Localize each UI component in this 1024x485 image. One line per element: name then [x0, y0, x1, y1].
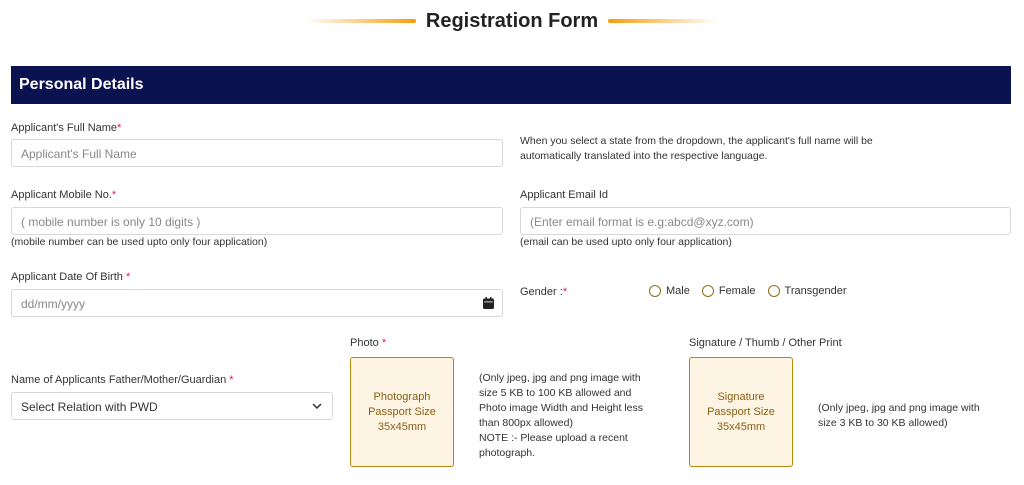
email-input[interactable]: (Enter email format is e.g:abcd@xyz.com) [520, 207, 1011, 235]
required-marker: * [111, 189, 117, 201]
dob-label-text: Applicant Date Of Birth [11, 271, 126, 283]
chevron-down-icon [312, 403, 322, 410]
full-name-input[interactable]: Applicant's Full Name [11, 139, 503, 167]
photo-box-text: 35x45mm [377, 420, 427, 433]
signature-box-text: Signature [717, 390, 765, 403]
required-marker: * [381, 337, 387, 349]
photo-note-line: than 800px allowed) [479, 417, 573, 429]
signature-note-line: size 3 KB to 30 KB allowed) [818, 417, 948, 429]
mobile-hint: (mobile number can be used upto only fou… [11, 236, 268, 248]
gender-option-label: Male [666, 285, 690, 297]
photo-note-line: (Only jpeg, jpg and png image with [479, 372, 641, 384]
radio-button[interactable] [701, 285, 714, 297]
gender-label-text: Gender : [520, 286, 563, 298]
required-marker: * [562, 286, 568, 298]
title-decoration-left [305, 19, 416, 23]
translate-note: When you select a state from the dropdow… [520, 134, 873, 164]
photo-note: (Only jpeg, jpg and png image with size … [479, 371, 643, 461]
email-label: Applicant Email Id [520, 189, 609, 201]
photo-box-text: Photograph [373, 390, 431, 403]
radio-button[interactable] [649, 285, 661, 297]
title-decoration-right [608, 19, 719, 23]
mobile-input[interactable]: ( mobile number is only 10 digits ) [11, 207, 503, 235]
gender-option-transgender[interactable]: Transgender [767, 285, 847, 297]
gender-label: Gender :* [520, 286, 567, 298]
form-title-area: Registration Form [0, 4, 1024, 38]
guardian-label: Name of Applicants Father/Mother/Guardia… [11, 374, 234, 386]
required-marker: * [125, 271, 131, 283]
dob-label: Applicant Date Of Birth * [11, 271, 130, 283]
photo-note-line: size 5 KB to 100 KB allowed and [479, 387, 632, 399]
signature-note: (Only jpeg, jpg and png image with size … [818, 401, 980, 431]
gender-option-male[interactable]: Male [649, 285, 690, 297]
translate-note-line: When you select a state from the dropdow… [520, 135, 873, 147]
signature-note-line: (Only jpeg, jpg and png image with [818, 402, 980, 414]
dob-placeholder: dd/mm/yyyy [21, 297, 86, 311]
photo-upload-box[interactable]: Photograph Passport Size 35x45mm [350, 357, 454, 467]
photo-label-text: Photo [350, 337, 382, 349]
gender-option-female[interactable]: Female [701, 285, 756, 297]
dob-input[interactable]: dd/mm/yyyy [11, 289, 503, 317]
photo-note-line: Photo image Width and Height less [479, 402, 644, 414]
full-name-placeholder: Applicant's Full Name [21, 147, 137, 161]
guardian-relation-select[interactable]: Select Relation with PWD [11, 392, 333, 420]
full-name-label: Applicant's Full Name* [11, 122, 121, 134]
required-marker: * [229, 374, 234, 386]
guardian-selected-value: Select Relation with PWD [21, 400, 158, 414]
radio-button[interactable] [767, 285, 780, 297]
email-placeholder: (Enter email format is e.g:abcd@xyz.com) [530, 215, 754, 229]
full-name-label-text: Applicant's Full Name [11, 122, 118, 134]
gender-option-label: Female [718, 285, 756, 297]
signature-box-text: Passport Size [707, 405, 775, 418]
photo-box-text: Passport Size [368, 405, 436, 418]
section-header: Personal Details [11, 66, 1011, 104]
mobile-label-text: Applicant Mobile No. [11, 189, 112, 201]
required-marker: * [117, 122, 122, 134]
email-hint: (email can be used upto only four applic… [520, 236, 732, 248]
photo-note-line: NOTE :- Please upload a recent [479, 432, 628, 444]
signature-label: Signature / Thumb / Other Print [689, 337, 842, 349]
signature-upload-box[interactable]: Signature Passport Size 35x45mm [689, 357, 793, 467]
gender-option-label: Transgender [784, 285, 847, 297]
mobile-label: Applicant Mobile No.* [11, 189, 116, 201]
gender-radio-group: Male Female Transgender [649, 285, 847, 297]
mobile-placeholder: ( mobile number is only 10 digits ) [21, 215, 201, 229]
guardian-label-text: Name of Applicants Father/Mother/Guardia… [11, 374, 230, 386]
calendar-icon[interactable] [483, 297, 494, 309]
photo-label: Photo * [350, 337, 386, 349]
translate-note-line: automatically translated into the respec… [520, 150, 768, 162]
photo-note-line: photograph. [479, 447, 536, 459]
signature-box-text: 35x45mm [716, 420, 766, 433]
page-title: Registration Form [425, 9, 599, 32]
